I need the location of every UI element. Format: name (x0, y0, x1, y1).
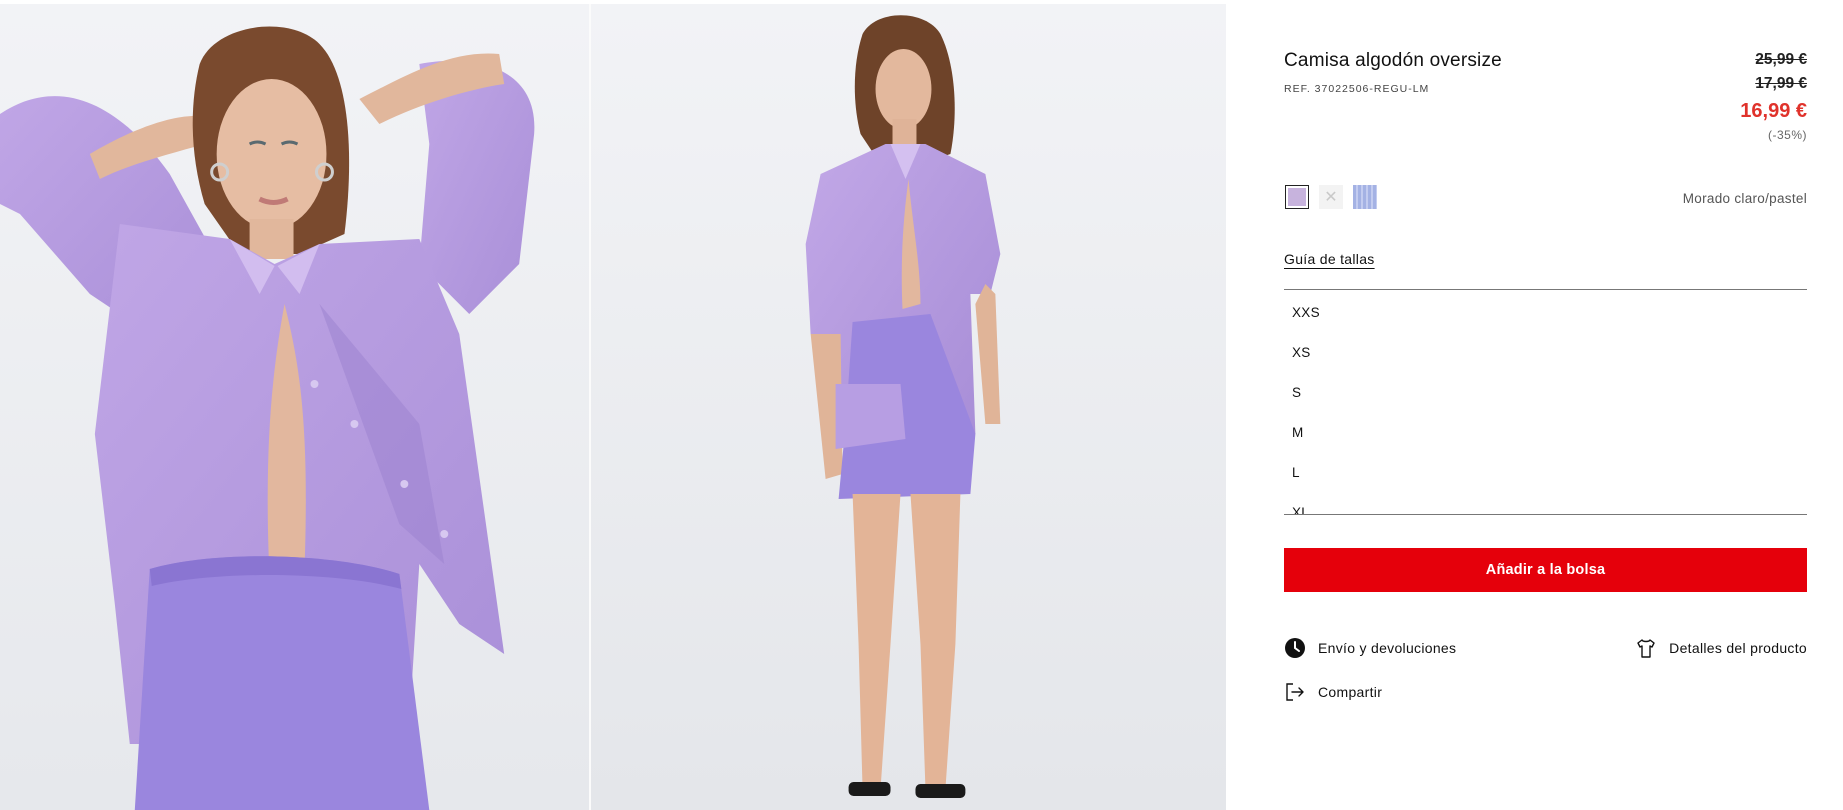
size-selector-list[interactable]: XXS XS S M L XL (1284, 289, 1807, 515)
size-option-m[interactable]: M (1284, 413, 1807, 453)
color-swatch-lilac[interactable] (1285, 185, 1309, 209)
size-option-xxs[interactable]: XXS (1284, 293, 1807, 333)
clock-icon (1284, 637, 1306, 659)
product-details-link[interactable]: Detalles del producto (1635, 637, 1807, 659)
color-swatch-periwinkle[interactable] (1353, 185, 1377, 209)
size-option-s[interactable]: S (1284, 373, 1807, 413)
product-details-label: Detalles del producto (1669, 640, 1807, 656)
share-link[interactable]: Compartir (1284, 681, 1382, 703)
price-current: 16,99 € (1740, 100, 1807, 122)
product-gallery (0, 4, 1227, 810)
size-guide-link[interactable]: Guía de tallas (1284, 251, 1375, 267)
model-closeup-illustration (0, 4, 590, 810)
product-reference: REF. 37022506-REGU-LM (1284, 83, 1430, 95)
product-page: Camisa algodón oversize REF. 37022506-RE… (0, 0, 1843, 810)
shipping-returns-link[interactable]: Envío y devoluciones (1284, 637, 1456, 659)
product-title: Camisa algodón oversize (1284, 50, 1502, 71)
price-original: 25,99 € (1755, 51, 1807, 68)
shipping-returns-label: Envío y devoluciones (1318, 640, 1457, 656)
price-block: 25,99 € 17,99 € 16,99 € (-35%) (1740, 48, 1807, 142)
share-icon (1284, 681, 1306, 703)
tshirt-icon (1635, 637, 1657, 659)
color-swatches: ✕ (1285, 185, 1377, 209)
selected-color-name: Morado claro/pastel (1682, 191, 1807, 206)
size-option-xs[interactable]: XS (1284, 333, 1807, 373)
unavailable-x-icon: ✕ (1324, 189, 1338, 206)
product-photo-fullbody[interactable] (591, 4, 1227, 810)
discount-badge: (-35%) (1767, 128, 1807, 142)
add-to-bag-button[interactable]: Añadir a la bolsa (1284, 548, 1807, 592)
model-fullbody-illustration (591, 4, 1227, 810)
size-option-xl[interactable]: XL (1284, 493, 1807, 514)
size-option-l[interactable]: L (1284, 453, 1807, 493)
product-info-panel: Camisa algodón oversize REF. 37022506-RE… (1284, 0, 1807, 810)
product-photo-closeup[interactable] (0, 4, 590, 810)
price-previous: 17,99 € (1755, 75, 1807, 92)
share-label: Compartir (1318, 684, 1383, 700)
color-swatch-unavailable[interactable]: ✕ (1319, 185, 1343, 209)
